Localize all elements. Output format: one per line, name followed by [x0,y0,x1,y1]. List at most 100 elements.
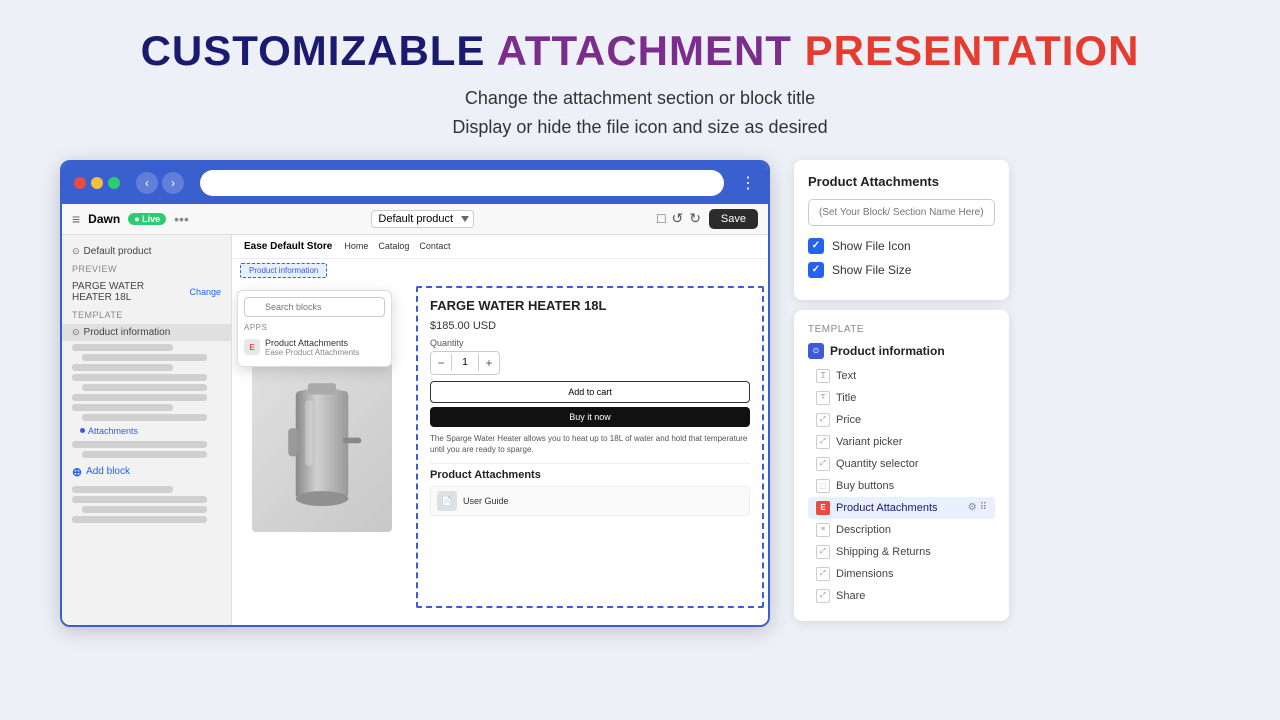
product-title: FARGE WATER HEATER 18L [430,298,750,315]
show-icon-checkbox[interactable]: ✓ [808,238,824,254]
sidebar-default-product[interactable]: ⊙ Default product [62,243,231,260]
sidebar-product-info-label: Product information [84,327,171,338]
browser-back-button[interactable]: ‹ [136,172,158,194]
template-item-buy-buttons[interactable]: ⬚ Buy buttons [808,475,995,497]
description-icon: ≡ [816,523,830,537]
show-size-checkbox[interactable]: ✓ [808,262,824,278]
address-bar[interactable] [200,170,724,196]
add-block-label: Add block [86,466,130,477]
product-attachments-label: Product Attachments [836,502,938,514]
nav-catalog[interactable]: Catalog [378,241,409,251]
template-item-dimensions[interactable]: ⤢ Dimensions [808,563,995,585]
attachment-item[interactable]: 📄 User Guide [430,486,750,516]
subtitle-line1: Change the attachment section or block t… [60,84,1220,113]
traffic-light-green[interactable] [108,177,120,189]
apps-label: APPS [244,323,385,332]
store-logo: Ease Default Store [244,241,332,252]
browser-nav: ‹ › [136,172,184,194]
sidebar-product-info-item[interactable]: ⊙ Product information [62,324,231,341]
sidebar-placeholder-1 [72,344,173,351]
traffic-lights [74,177,120,189]
store-name-label: Dawn [88,212,120,226]
template-item-actions: ⚙ ⠿ [968,502,987,513]
redo-icon[interactable]: ↻ [689,210,701,227]
template-item-title[interactable]: T Title [808,387,995,409]
sidebar-placeholder-9 [72,441,207,448]
sidebar-highlighted-item[interactable]: Attachments [62,424,231,438]
app-item-attachments[interactable]: E Product Attachments Ease Product Attac… [244,335,385,360]
store-preview: Ease Default Store Home Catalog Contact … [232,235,768,625]
template-item-variant-picker[interactable]: ⤢ Variant picker [808,431,995,453]
right-panel: Product Attachments ✓ Show File Icon ✓ S… [794,160,1009,621]
sidebar-change-link[interactable]: Change [189,287,221,297]
subtitle-line2: Display or hide the file icon and size a… [60,113,1220,142]
template-item-product-attachments[interactable]: E Product Attachments ⚙ ⠿ [808,497,995,519]
undo-icon[interactable]: ↺ [671,210,683,227]
template-item-description[interactable]: ≡ Description [808,519,995,541]
template-section-icon-label: ⊙ [813,346,820,355]
shipping-label: Shipping & Returns [836,546,931,558]
heater-illustration [272,372,372,522]
product-image [252,362,392,532]
variant-picker-label: Variant picker [836,436,902,448]
browser-forward-button[interactable]: › [162,172,184,194]
check-mark: ✓ [812,240,820,251]
app-name: Product Attachments [265,338,359,348]
store-topbar: Ease Default Store Home Catalog Contact [232,235,768,259]
page-header: CUSTOMIZABLE ATTACHMENT PRESENTATION Cha… [0,0,1280,160]
editor-body: ⊙ Default product PREVIEW PARGE WATER HE… [62,235,768,625]
variant-picker-icon: ⤢ [816,435,830,449]
store-nav: Home Catalog Contact [344,241,450,251]
text-item-label: Text [836,370,856,382]
template-item-quantity-selector[interactable]: ⤢ Quantity selector [808,453,995,475]
sidebar-placeholder-4 [72,374,207,381]
search-input-wrap: 🔍 [244,297,385,317]
live-badge: ● Live [128,213,166,225]
title-customizable: CUSTOMIZABLE [141,27,486,74]
template-item-shipping[interactable]: ⤢ Shipping & Returns [808,541,995,563]
title-attachment: ATTACHMENT [497,27,792,74]
main-content: ‹ › ⋮ ≡ Dawn ● Live ••• Default product … [0,160,1280,627]
gear-icon[interactable]: ⚙ [968,502,977,513]
save-button[interactable]: Save [709,209,758,229]
show-icon-row: ✓ Show File Icon [808,238,995,254]
sidebar-placeholder-12 [72,496,207,503]
attachment-file-icon: 📄 [437,491,457,511]
settings-panel: Product Attachments ✓ Show File Icon ✓ S… [794,160,1009,300]
add-to-cart-button[interactable]: Add to cart [430,381,750,403]
editor-dots[interactable]: ••• [174,211,189,227]
traffic-light-red[interactable] [74,177,86,189]
title-item-label: Title [836,392,856,404]
product-details: FARGE WATER HEATER 18L $185.00 USD Quant… [416,286,764,608]
editor-icons: □ ↺ ↻ [657,210,701,227]
block-name-input[interactable] [808,199,995,226]
product-description: The Sparge Water Heater allows you to he… [430,433,750,455]
template-select[interactable]: Default product [371,210,474,228]
dimensions-icon: ⤢ [816,567,830,581]
qty-increase-button[interactable]: + [479,352,499,374]
price-item-label: Price [836,414,861,426]
editor-nav-icon: ≡ [72,211,80,227]
nav-home[interactable]: Home [344,241,368,251]
nav-contact[interactable]: Contact [419,241,450,251]
sidebar-preview-item[interactable]: PARGE WATER HEATER 18L Change [62,278,231,306]
add-block-button[interactable]: ⊕ Add block [62,461,231,483]
qty-decrease-button[interactable]: − [431,352,451,374]
template-item-price[interactable]: ⤢ Price [808,409,995,431]
template-item-share[interactable]: ⤢ Share [808,585,995,607]
description-label: Description [836,524,891,536]
drag-icon[interactable]: ⠿ [980,502,987,513]
browser-menu-icon[interactable]: ⋮ [740,173,756,193]
share-icon: ⤢ [816,589,830,603]
buy-now-button[interactable]: Buy it now [430,407,750,427]
template-item-text[interactable]: T̲ Text [808,365,995,387]
settings-panel-title: Product Attachments [808,174,995,189]
attachments-title: Product Attachments [430,463,750,481]
sidebar-placeholder-8 [82,414,207,421]
device-icon[interactable]: □ [657,210,665,227]
sidebar-placeholder-10 [82,451,207,458]
traffic-light-yellow[interactable] [91,177,103,189]
sidebar-preview-text: PARGE WATER HEATER 18L [72,281,185,303]
sidebar-placeholder-2 [82,354,207,361]
search-blocks-input[interactable] [244,297,385,317]
